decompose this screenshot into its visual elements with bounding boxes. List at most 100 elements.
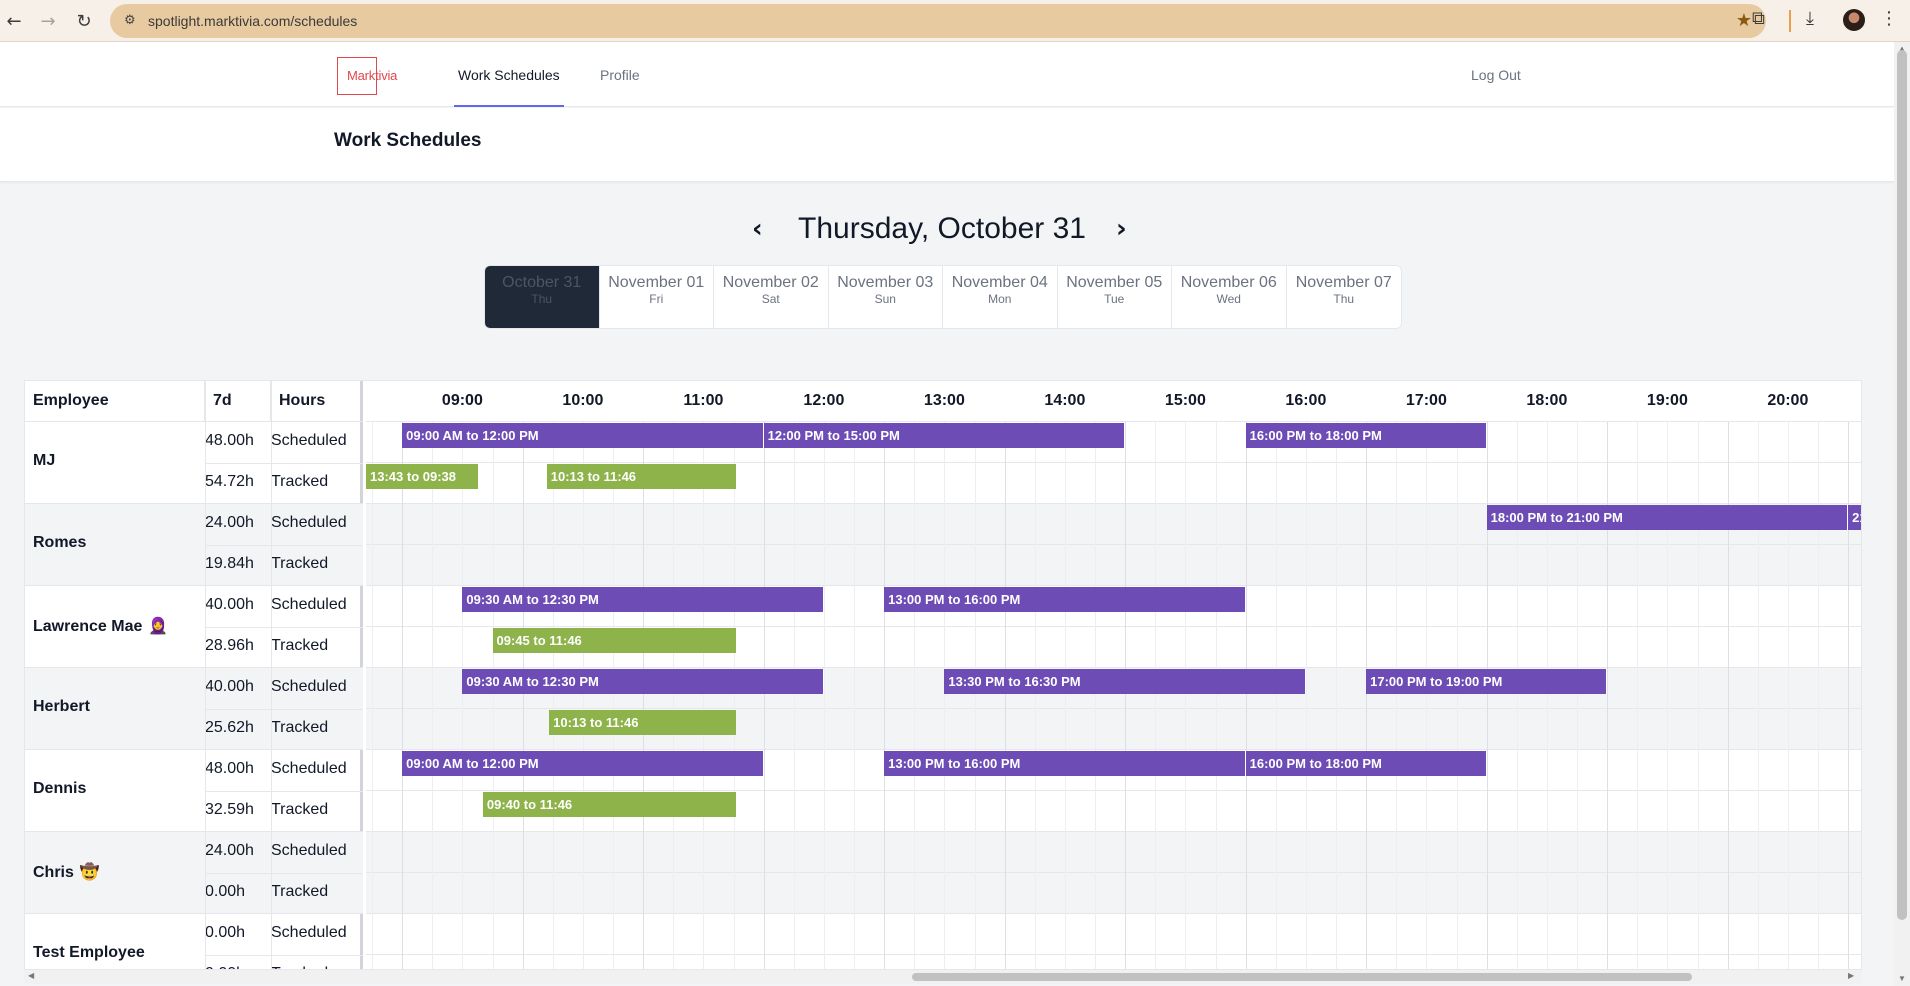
logo[interactable]: Marktivia: [347, 68, 397, 83]
tracked-time-bar[interactable]: 10:13 to 11:46: [549, 710, 736, 735]
scheduled-shift-bar[interactable]: 09:30 AM to 12:30 PM: [462, 669, 824, 694]
grid-line: [643, 422, 645, 969]
employee-name: Chris 🤠: [33, 862, 100, 882]
scheduled-shift-bar[interactable]: 18:00 PM to 21:00 PM: [1486, 505, 1849, 530]
grid-line: [1275, 422, 1277, 969]
back-icon[interactable]: ←: [2, 9, 26, 33]
scheduled-shift-bar[interactable]: 12:00 PM to 15:00 PM: [763, 423, 1126, 448]
timeline-header: 09:00 10:00 11:00 12:00 13:00 14:00 15:00 16:00…: [366, 381, 1861, 422]
day-tab-date: November 06: [1180, 274, 1277, 291]
hour-label: 11:00: [683, 392, 724, 409]
employee-hours-value: 32.59h: [205, 801, 254, 818]
grid-line: [492, 422, 494, 969]
nav-work-schedules[interactable]: Work Schedules: [458, 67, 560, 83]
hour-label: 19:00: [1646, 392, 1688, 409]
scheduled-shift-bar[interactable]: 16:00 PM to 18:00 PM: [1245, 423, 1487, 448]
employee-hours-value: 54.72h: [205, 473, 254, 490]
hours-kind-label: Tracked: [271, 555, 329, 572]
tracked-time-bar[interactable]: 13:43 to 09:38: [366, 464, 479, 489]
grid-line: [944, 422, 946, 969]
scroll-right-icon[interactable]: ▶: [1848, 971, 1854, 980]
scheduled-shift-bar[interactable]: 13:30 PM to 16:30 PM: [944, 669, 1306, 694]
day-tab[interactable]: November 03 Sun: [829, 266, 943, 328]
day-tab[interactable]: October 31 Thu: [485, 266, 600, 328]
horizontal-scrollbar[interactable]: ◀ ▶: [24, 970, 1862, 984]
reload-icon[interactable]: ↻: [72, 9, 96, 33]
hours-kind-label: Tracked: [271, 719, 329, 736]
toolbar-divider: [1789, 10, 1791, 32]
employee-hours-value: 40.00h: [205, 596, 254, 613]
employee-name-text: Lawrence Mae: [33, 618, 143, 635]
grid-line: [1034, 422, 1036, 969]
hour-label: 18:00: [1526, 392, 1568, 409]
day-tab-date: October 31: [502, 274, 582, 291]
employee-name: Dennis: [33, 780, 86, 798]
day-tab-weekday: Wed: [1216, 292, 1241, 306]
address-bar[interactable]: ⚙ spotlight.marktivia.com/schedules ★: [110, 4, 1766, 38]
day-tab[interactable]: November 06 Wed: [1172, 266, 1287, 328]
tracked-time-bar[interactable]: 09:40 to 11:46: [482, 792, 736, 817]
day-tab-date: November 04: [951, 274, 1048, 291]
forward-icon[interactable]: →: [36, 9, 60, 33]
hour-label: 20:00: [1767, 392, 1809, 409]
hour-label: 17:00: [1405, 392, 1447, 409]
hours-kind-label: Scheduled: [271, 514, 347, 531]
day-tab[interactable]: November 07 Thu: [1287, 266, 1402, 328]
day-tab-weekday: Tue: [1104, 292, 1125, 306]
extensions-icon[interactable]: ⧉: [1752, 8, 1765, 29]
profile-avatar[interactable]: [1843, 9, 1865, 31]
employee-hours-value: 48.00h: [205, 760, 254, 777]
scheduled-shift-bar[interactable]: 17:00 PM to 19:00 PM: [1366, 669, 1608, 694]
menu-kebab-icon[interactable]: ⋮: [1880, 8, 1898, 29]
employee-row: Test Employee0.00hScheduled0.00hTracked: [25, 914, 363, 969]
url-text: spotlight.marktivia.com/schedules: [148, 13, 358, 29]
site-settings-icon[interactable]: ⚙: [124, 13, 136, 28]
scheduled-shift-bar[interactable]: 09:00 AM to 12:00 PM: [402, 423, 764, 448]
scroll-down-icon[interactable]: ▼: [1898, 974, 1906, 983]
grid-line: [854, 422, 856, 969]
grid-line: [432, 422, 434, 969]
day-tab[interactable]: November 05 Tue: [1058, 266, 1172, 328]
tracked-time-bar[interactable]: 10:13 to 11:46: [546, 464, 736, 489]
scheduled-shift-bar[interactable]: 21:00 PM: [1848, 505, 1861, 530]
day-tab-weekday: Thu: [531, 292, 553, 306]
row-divider: [205, 627, 363, 628]
scheduled-shift-bar[interactable]: 13:00 PM to 16:00 PM: [884, 587, 1246, 612]
grid-line: [1245, 422, 1247, 969]
bookmark-star-icon[interactable]: ★: [1736, 10, 1752, 31]
vertical-scrollbar[interactable]: ▲ ▼: [1894, 42, 1910, 986]
hour-label: 10:00: [562, 392, 604, 409]
nav-profile[interactable]: Profile: [600, 67, 640, 83]
day-tab-date: November 05: [1066, 274, 1163, 291]
hours-kind-label: Tracked: [271, 637, 329, 654]
scrollbar-thumb[interactable]: [1897, 50, 1907, 920]
day-tab-weekday: Fri: [649, 292, 664, 306]
grid-line: [613, 422, 615, 969]
tracked-time-bar[interactable]: 09:45 to 11:46: [492, 628, 736, 653]
hour-label: 14:00: [1044, 392, 1086, 409]
day-tab[interactable]: November 04 Mon: [943, 266, 1058, 328]
day-tabs: October 31 Thu November 01 Fri November 02 Sa…: [484, 265, 1402, 329]
scrollbar-thumb[interactable]: [912, 973, 1692, 981]
scheduled-shift-bar[interactable]: 16:00 PM to 18:00 PM: [1245, 751, 1487, 776]
day-tab[interactable]: November 02 Sat: [714, 266, 829, 328]
employee-row: Romes 24.00h Scheduled 19.84h Tracked: [25, 504, 363, 586]
employee-name: Test Employee: [33, 944, 145, 962]
logout-link[interactable]: Log Out: [1471, 67, 1521, 83]
day-tab-date: November 01: [608, 274, 705, 291]
employee-hours-value: 19.84h: [205, 555, 254, 572]
scheduled-shift-bar[interactable]: 09:30 AM to 12:30 PM: [462, 587, 824, 612]
scheduled-shift-bar[interactable]: 09:00 AM to 12:00 PM: [402, 751, 764, 776]
next-day-chevron-icon[interactable]: ›: [1116, 214, 1127, 244]
employee-hours-value: 0.00h: [205, 924, 246, 941]
employee-name-text: Test Employee: [33, 944, 145, 961]
employee-name: Romes: [33, 534, 86, 552]
download-icon[interactable]: ⤓: [1806, 8, 1814, 29]
scroll-left-icon[interactable]: ◀: [28, 971, 34, 980]
day-tab[interactable]: November 01 Fri: [600, 266, 714, 328]
scheduled-shift-bar[interactable]: 13:00 PM to 16:00 PM: [884, 751, 1246, 776]
hours-kind-label: Scheduled: [271, 842, 347, 859]
employee-name-text: MJ: [33, 452, 56, 469]
employee-row: Herbert 40.00h Scheduled 25.62h Tracked: [25, 668, 363, 750]
grid-line: [733, 422, 735, 969]
